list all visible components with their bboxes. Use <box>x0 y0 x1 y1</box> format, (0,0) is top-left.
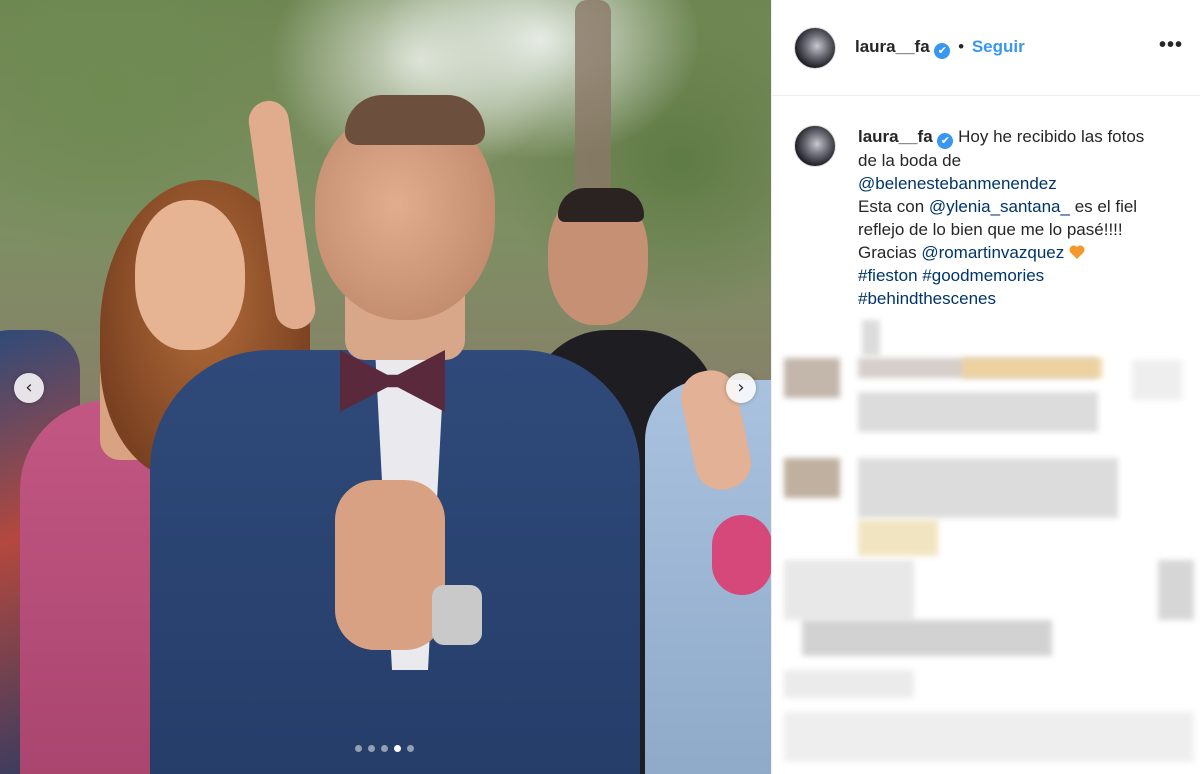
carousel-dot <box>394 745 401 752</box>
caption-text: de la boda de <box>858 151 962 170</box>
avatar[interactable] <box>794 27 836 69</box>
separator-dot: • <box>958 37 965 56</box>
hashtag-link[interactable]: #goodmemories <box>922 266 1044 285</box>
redacted-block <box>858 392 1098 432</box>
caption-avatar[interactable] <box>794 125 836 167</box>
redacted-block <box>784 670 914 698</box>
redacted-block <box>1132 360 1182 400</box>
caption-text: Gracias <box>858 243 917 262</box>
background-man-hair <box>558 188 644 222</box>
carousel-dot <box>368 745 375 752</box>
wristwatch <box>432 585 482 645</box>
verified-badge-icon: ✔ <box>937 133 954 149</box>
carousel-dot <box>381 745 388 752</box>
hashtag-link[interactable]: #behindthescenes <box>858 289 996 308</box>
redacted-block <box>784 560 914 620</box>
redacted-block <box>862 320 880 356</box>
caption-username-link[interactable]: laura__fa <box>858 127 933 146</box>
redacted-block <box>962 358 1102 378</box>
verified-badge-icon: ✔ <box>934 43 951 59</box>
pink-bag <box>712 515 771 595</box>
username-link[interactable]: laura__fa <box>855 37 930 56</box>
post-sidebar: laura__fa ✔ • Seguir ••• laura__fa ✔ Hoy… <box>771 0 1200 774</box>
carousel-indicator <box>355 745 414 752</box>
redacted-block <box>802 620 1052 656</box>
redacted-block <box>858 458 1118 518</box>
follow-button[interactable]: Seguir <box>972 37 1025 56</box>
redacted-block <box>784 712 1194 762</box>
redacted-avatar <box>784 358 840 398</box>
caption-text: Hoy he recibido las fotos <box>958 127 1145 146</box>
man-hair <box>345 95 485 145</box>
mention-link[interactable]: @romartinvazquez <box>921 243 1064 262</box>
mention-link[interactable]: @ylenia_santana_ <box>929 197 1070 216</box>
chevron-left-icon: ‹ <box>25 377 33 398</box>
chevron-right-icon: › <box>737 377 745 398</box>
caption-text: Esta con <box>858 197 925 216</box>
post-header: laura__fa ✔ • Seguir ••• <box>772 0 1200 96</box>
carousel-dot <box>355 745 362 752</box>
carousel-dot <box>407 745 414 752</box>
post-photo[interactable]: ‹ › <box>0 0 771 774</box>
caption-text: reflejo de lo bien que me lo pasé!!!! <box>858 220 1123 239</box>
caption-text: es el fiel <box>1074 197 1138 216</box>
header-row: laura__fa ✔ • Seguir <box>855 37 1025 59</box>
redacted-block <box>858 520 938 556</box>
orange-heart-icon <box>1069 244 1085 260</box>
carousel-next-button[interactable]: › <box>726 373 756 403</box>
hashtag-link[interactable]: #fieston <box>858 266 918 285</box>
carousel-prev-button[interactable]: ‹ <box>14 373 44 403</box>
post-caption: laura__fa ✔ Hoy he recibido las fotos de… <box>858 125 1188 310</box>
more-options-icon[interactable]: ••• <box>1159 34 1183 57</box>
redacted-avatar <box>784 458 840 498</box>
redacted-block <box>1158 560 1194 620</box>
woman-face <box>135 200 245 350</box>
mention-link[interactable]: @belenestebanmenendez <box>858 174 1057 193</box>
clasped-hands <box>335 480 445 650</box>
